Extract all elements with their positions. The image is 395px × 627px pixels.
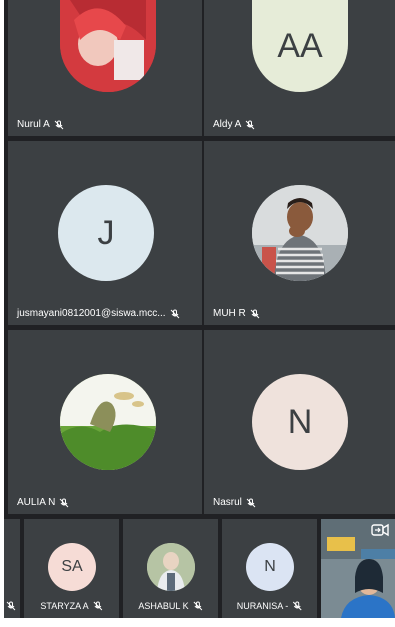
mic-off-icon xyxy=(246,498,256,507)
partial-participant-tile[interactable] xyxy=(4,519,20,618)
avatar-initials: SA xyxy=(61,558,83,575)
participant-name: Nurul A xyxy=(17,119,64,130)
participant-name: Nasrul xyxy=(213,497,256,508)
avatar xyxy=(147,543,195,591)
avatar: SA xyxy=(48,543,96,591)
avatar xyxy=(60,374,156,470)
mic-off-icon xyxy=(292,601,302,611)
participant-name: STARYZA A xyxy=(40,601,102,611)
mic-off-icon xyxy=(170,309,179,318)
participant-photo xyxy=(60,0,156,92)
mic-off-icon xyxy=(60,498,69,507)
avatar xyxy=(252,185,348,281)
mic-off-icon xyxy=(54,120,64,129)
avatar-initials: N xyxy=(264,558,276,575)
mic-off-icon xyxy=(93,601,102,611)
participant-photo xyxy=(147,543,195,591)
participant-tile[interactable]: J jusmayani0812001@siswa.mcc... xyxy=(8,141,202,325)
avatar-initials: AA xyxy=(277,26,323,65)
participant-photo xyxy=(60,374,156,470)
participant-tile[interactable]: SA STARYZA A xyxy=(24,519,119,618)
participant-name: jusmayani0812001@siswa.mcc... xyxy=(17,308,180,319)
meeting-grid: Nurul A AA Aldy A J jusmayani0812001@sis… xyxy=(4,0,395,627)
avatar xyxy=(60,0,156,92)
avatar-initials: J xyxy=(97,213,115,252)
participant-name: MUH R xyxy=(213,308,260,319)
participant-tile[interactable]: ASHABUL K xyxy=(123,519,218,618)
participant-name: Aldy A xyxy=(213,119,255,130)
avatar: N xyxy=(252,374,348,470)
participant-tile[interactable]: AA Aldy A xyxy=(204,0,395,136)
participant-name: NURANISA - xyxy=(237,601,303,611)
mic-off-icon xyxy=(193,601,202,611)
participant-tile[interactable]: MUH R xyxy=(204,141,395,325)
avatar-initials: N xyxy=(287,402,313,441)
avatar: AA xyxy=(252,0,348,92)
participant-photo xyxy=(252,185,348,281)
mic-off-icon xyxy=(246,120,255,129)
camera-switch-icon[interactable] xyxy=(371,523,389,537)
avatar: J xyxy=(58,185,154,281)
participant-tile[interactable]: N Nasrul xyxy=(204,330,395,514)
participant-tile[interactable]: AULIA N xyxy=(8,330,202,514)
participant-tile[interactable]: N NURANISA - xyxy=(222,519,317,618)
participant-name: ASHABUL K xyxy=(138,601,202,611)
avatar: N xyxy=(246,543,294,591)
mic-off-icon xyxy=(6,601,16,611)
bottom-edge xyxy=(0,618,395,627)
participant-tile[interactable]: Nurul A xyxy=(8,0,202,136)
participant-name: AULIA N xyxy=(17,497,69,508)
mic-off-icon xyxy=(250,309,260,318)
self-view-tile[interactable] xyxy=(321,519,395,618)
